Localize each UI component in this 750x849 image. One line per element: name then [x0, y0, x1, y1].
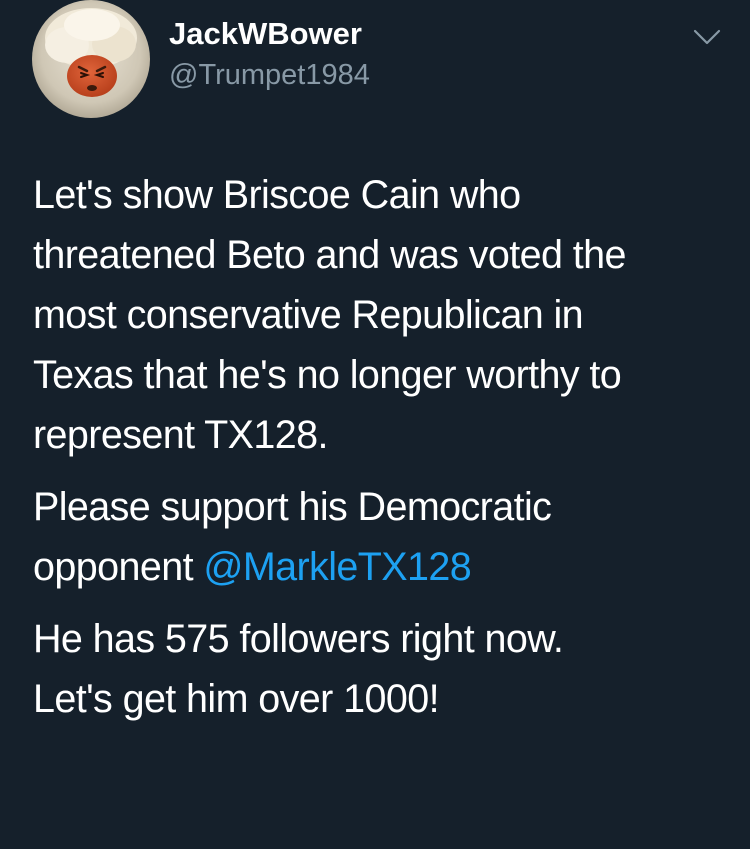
tweet-paragraph: He has 575 followers right now. Let's ge… [33, 609, 733, 729]
text-line: threatened Beto and was voted the [33, 233, 627, 277]
avatar[interactable] [32, 0, 150, 118]
tweet-text: Let's show Briscoe Cain who threatened B… [33, 165, 733, 729]
text-line: Let's show Briscoe Cain who [33, 173, 521, 217]
text-line: He has 575 followers right now. [33, 617, 564, 661]
user-handle[interactable]: @Trumpet1984 [169, 58, 370, 92]
display-name[interactable]: JackWBower [169, 16, 362, 52]
text-line: most conservative Republican in [33, 293, 584, 337]
text-line: represent TX128. [33, 413, 328, 457]
text-line-prefix: opponent [33, 545, 204, 589]
text-line: Let's get him over 1000! [33, 677, 440, 721]
avatar-image [32, 0, 150, 118]
mention-link[interactable]: @MarkleTX128 [203, 545, 471, 589]
tweet: JackWBower @Trumpet1984 Let's show Brisc… [0, 0, 750, 849]
tweet-paragraph: Please support his Democratic opponent @… [33, 477, 733, 597]
tweet-paragraph: Let's show Briscoe Cain who threatened B… [33, 165, 733, 465]
text-line: Please support his Democratic [33, 485, 552, 529]
chevron-down-icon[interactable] [692, 26, 722, 48]
text-line: Texas that he's no longer worthy to [33, 353, 622, 397]
